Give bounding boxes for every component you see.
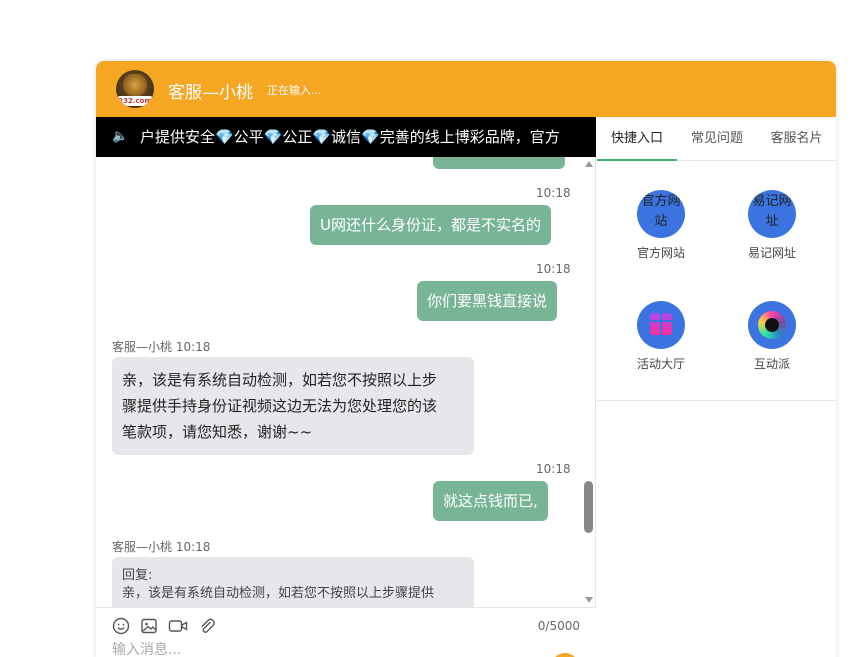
tab-faq[interactable]: 常见问题 (677, 117, 757, 161)
shortcut-icon (748, 301, 796, 349)
shortcut-interactive[interactable]: 互动派 (727, 301, 817, 372)
shortcut-label: 活动大厅 (636, 357, 685, 371)
message-line: 亲，该是有系统自动检测，如若您不按照以上步 (122, 371, 438, 389)
logo-text: 232.com (117, 96, 153, 106)
chat-window: 232.com 客服—小桃 正在输入... 🔈 户提供安全💎公平💎公正💎诚信💎完… (96, 61, 836, 657)
shortcut-easy-url[interactable]: 易记网址 易记网址 (727, 190, 817, 261)
brand-logo: 232.com (116, 70, 154, 108)
shortcut-label: 易记网址 (747, 246, 796, 260)
message-time: 10:18 (536, 186, 571, 200)
message-time: 10:18 (536, 262, 571, 276)
shortcut-grid: 官方网站 官方网站 易记网址 易记网址 活动大厅 互动派 (597, 161, 836, 401)
emoji-icon[interactable] (112, 617, 130, 635)
lion-icon (122, 74, 148, 96)
shortcut-label: 官方网站 (636, 246, 685, 260)
message-sender-meta: 客服—小桃 10:18 (112, 540, 211, 554)
ticker-text: 户提供安全💎公平💎公正💎诚信💎完善的线上博彩品牌，官方 (140, 128, 560, 146)
message-sender-meta: 客服—小桃 10:18 (112, 340, 211, 354)
message-bubble: U网还什么身份证，都是不实名的 (310, 205, 551, 245)
video-icon[interactable] (168, 617, 188, 635)
camera-icon (758, 311, 786, 339)
chat-pane: 🔈 户提供安全💎公平💎公正💎诚信💎完善的线上博彩品牌，官方 10:18 U网还什… (96, 117, 596, 657)
message-bubble-agent: 亲，该是有系统自动检测，如若您不按照以上步 骤提供手持身份证视频这边无法为您处理… (112, 357, 474, 455)
message-scrollbar[interactable] (582, 157, 596, 607)
message-bubble: 你们要黑钱直接说 (417, 281, 558, 321)
gift-icon (650, 313, 672, 335)
tab-agent-card[interactable]: 客服名片 (757, 117, 836, 161)
tab-quick-access[interactable]: 快捷入口 (597, 117, 677, 161)
message-line: 骤提供手持身份证视频这边无法为您处理您的该 (122, 397, 438, 415)
message-time: 10:18 (536, 462, 571, 476)
reply-label: 回复: (122, 568, 153, 583)
side-tabs: 快捷入口 常见问题 客服名片 (597, 117, 836, 161)
image-alt-text: 官方网站 (641, 194, 681, 229)
speaker-icon: 🔈 (112, 129, 129, 144)
side-panel: 快捷入口 常见问题 客服名片 官方网站 官方网站 易记网址 易记网址 活动大厅 … (597, 117, 836, 657)
scroll-down-arrow-icon[interactable] (585, 597, 593, 603)
composer: 0/5000 (96, 607, 596, 657)
announcement-ticker: 🔈 户提供安全💎公平💎公正💎诚信💎完善的线上博彩品牌，官方 (96, 117, 596, 157)
scroll-thumb[interactable] (584, 481, 593, 533)
chat-header: 232.com 客服—小桃 正在输入... (96, 61, 836, 117)
attachment-icon[interactable] (198, 617, 216, 635)
typing-status: 正在输入... (267, 84, 322, 97)
shortcut-events-hall[interactable]: 活动大厅 (616, 301, 706, 372)
message-bubble-partial (433, 157, 565, 169)
message-input[interactable] (112, 642, 512, 657)
broken-image-icon: 易记网址 (748, 190, 796, 238)
shortcut-label: 互动派 (753, 357, 790, 371)
send-button[interactable] (551, 653, 579, 657)
image-icon[interactable] (140, 617, 158, 635)
reply-quote: 亲，该是有系统自动检测，如若您不按照以上步骤提供 (122, 586, 435, 601)
broken-image-icon: 官方网站 (637, 190, 685, 238)
shortcut-official-site[interactable]: 官方网站 官方网站 (616, 190, 706, 261)
message-line: 笔款项，请您知悉，谢谢~~ (122, 423, 313, 441)
scroll-up-arrow-icon[interactable] (585, 161, 593, 167)
message-bubble: 就这点钱而已, (433, 481, 548, 521)
char-count: 0/5000 (537, 619, 580, 633)
message-list[interactable]: 10:18 U网还什么身份证，都是不实名的 10:18 你们要黑钱直接说 客服—… (96, 157, 582, 607)
message-bubble-agent-reply: 回复: 亲，该是有系统自动检测，如若您不按照以上步骤提供 (112, 557, 474, 607)
image-alt-text: 易记网址 (752, 194, 792, 229)
agent-name: 客服—小桃 (168, 83, 253, 103)
shortcut-icon (637, 301, 685, 349)
